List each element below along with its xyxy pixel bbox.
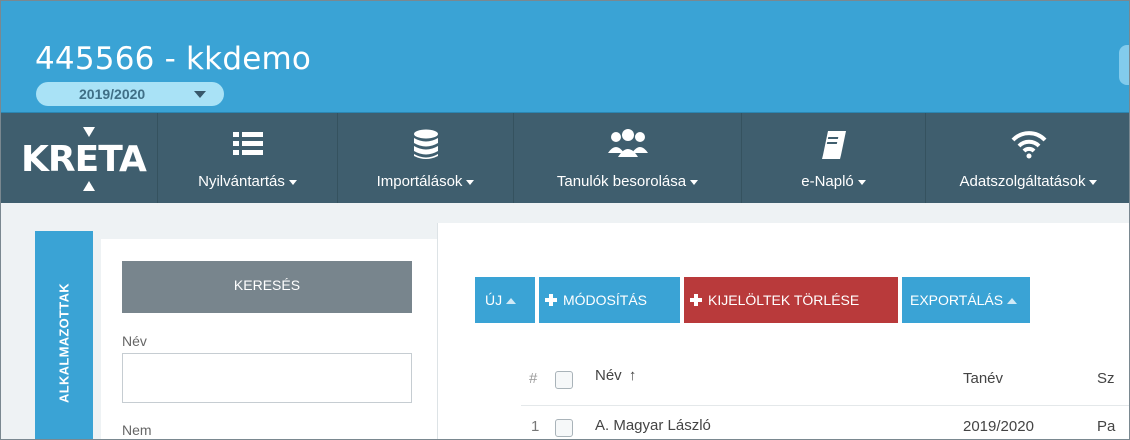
nav-label-importalasok: Importálások (338, 173, 513, 190)
nav-item-adatszolgaltatasok[interactable]: Adatszolgáltatások (925, 113, 1129, 203)
nav-label-tanulok-besorolasa: Tanulók besorolása (514, 173, 741, 190)
database-icon (413, 129, 438, 159)
name-input[interactable] (122, 353, 412, 403)
column-header-index: # (529, 370, 538, 387)
delete-button-label: KIJELÖLTEK TÖRLÉSE (708, 292, 860, 308)
modify-button-label: MÓDOSÍTÁS (563, 292, 648, 308)
row-col4: Pa (1097, 418, 1116, 435)
delete-selected-button[interactable]: KIJELÖLTEK TÖRLÉSE (684, 277, 898, 323)
chevron-down-icon (194, 91, 206, 98)
nav-item-importalasok[interactable]: Importálások (337, 113, 513, 203)
results-area (437, 223, 1129, 439)
nav-label-nyilvantartas: Nyilvántartás (158, 173, 337, 190)
caret-up-icon (1007, 298, 1018, 305)
app-window: 445566 - kkdemo 2019/2020 KRETA Nyilvánt… (0, 0, 1130, 440)
nav-label-adatszolgaltatasok: Adatszolgáltatások (926, 173, 1129, 190)
export-button[interactable]: EXPORTÁLÁS (902, 277, 1030, 323)
book-icon (821, 131, 846, 159)
school-year-selector[interactable]: 2019/2020 (36, 82, 224, 106)
kreta-logo[interactable]: KRETA (11, 113, 157, 203)
sort-ascending-icon: ↑ (628, 367, 637, 384)
nav-item-e-naplo[interactable]: e-Napló (741, 113, 925, 203)
app-header: 445566 - kkdemo 2019/2020 (1, 1, 1129, 113)
logo-triangle-bottom (83, 181, 95, 191)
new-button-label: ÚJ (485, 292, 503, 308)
main-nav: KRETA Nyilvántartás Importálások Tanulók… (1, 113, 1129, 203)
content-top-strip (1, 203, 1129, 223)
logo-triangle-top (83, 127, 95, 137)
name-field-label: Név (122, 333, 147, 349)
row-checkbox[interactable] (555, 419, 573, 437)
nav-item-nyilvantartas[interactable]: Nyilvántartás (157, 113, 337, 203)
search-button[interactable]: KERESÉS (122, 261, 412, 313)
list-icon (232, 132, 263, 155)
column-header-name-label: Név (595, 367, 622, 384)
app-title: 445566 - kkdemo (35, 41, 312, 77)
column-header-name[interactable]: Név ↑ (595, 367, 636, 384)
modify-button[interactable]: MÓDOSÍTÁS (539, 277, 680, 323)
header-divider (521, 405, 1129, 406)
logo-text: KRETA (21, 139, 147, 180)
gender-field-label: Nem (122, 422, 152, 438)
row-name[interactable]: A. Magyar László (595, 417, 711, 434)
select-all-checkbox[interactable] (555, 371, 573, 389)
nav-item-tanulok-besorolasa[interactable]: Tanulók besorolása (513, 113, 741, 203)
column-header-year[interactable]: Tanév (963, 370, 1003, 387)
caret-up-icon (506, 298, 517, 305)
sidebar-tab-alkalmazottak[interactable]: ALKALMAZOTTAK (35, 231, 93, 439)
column-header-col4[interactable]: Sz (1097, 370, 1115, 387)
nav-label-e-naplo: e-Napló (742, 173, 925, 190)
school-year-value: 2019/2020 (79, 86, 146, 102)
plus-icon (690, 294, 702, 306)
row-index: 1 (531, 418, 540, 435)
export-button-label: EXPORTÁLÁS (910, 292, 1004, 308)
row-year: 2019/2020 (963, 418, 1034, 435)
wifi-icon (1011, 131, 1046, 159)
sidebar-tab-label: ALKALMAZOTTAK (56, 283, 72, 403)
header-action-button[interactable] (1119, 45, 1129, 85)
plus-icon (545, 294, 557, 306)
new-button[interactable]: ÚJ (475, 277, 535, 323)
users-icon (607, 129, 648, 157)
